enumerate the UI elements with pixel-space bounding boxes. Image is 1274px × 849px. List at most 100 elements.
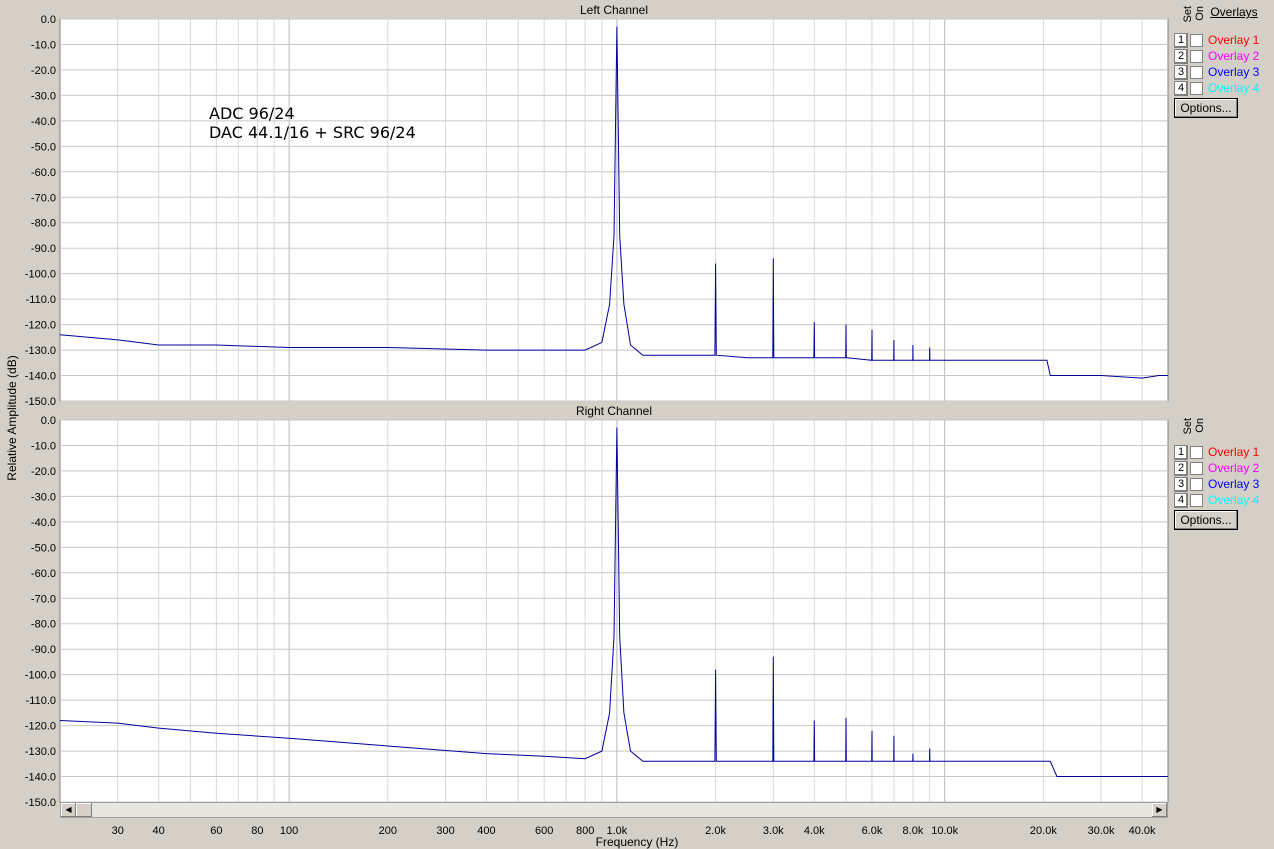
y-tick-label: -130.0: [25, 345, 56, 357]
y-tick-label: -30.0: [31, 491, 56, 503]
y-tick-label: -120.0: [25, 721, 56, 733]
overlay-row-1: 1 Overlay 1: [1174, 444, 1270, 460]
right-channel-title: Right Channel: [576, 404, 652, 418]
annotation-line-2: DAC 44.1/16 + SRC 96/24: [209, 123, 416, 142]
x-tick-label: 30: [112, 825, 124, 837]
x-tick-label: 4.0k: [804, 825, 825, 837]
overlay-set-button-3[interactable]: 3: [1174, 476, 1188, 492]
left-channel-panel: Left Channel 0.0 -10.0 -20.0 -30.0 -40.0 -50.…: [25, 2, 1169, 408]
set-column-label: Set: [1182, 418, 1194, 435]
overlay-row-4: 4 Overlay 4: [1174, 80, 1270, 96]
x-tick-label: 30.0k: [1088, 825, 1115, 837]
overlay-set-button-1[interactable]: 1: [1174, 444, 1188, 460]
y-tick-label: -30.0: [31, 90, 56, 102]
y-tick-label: -80.0: [31, 619, 56, 631]
overlay-set-button-4[interactable]: 4: [1174, 492, 1188, 508]
overlay-panel-right: Set On 1 Overlay 1 2 Overlay 2 3 Overlay…: [1174, 416, 1270, 530]
options-button[interactable]: Options...: [1174, 510, 1238, 530]
options-button[interactable]: Options...: [1174, 98, 1238, 118]
overlay-set-button-1[interactable]: 1: [1174, 32, 1188, 48]
overlay-label-4: Overlay 4: [1208, 81, 1260, 95]
y-tick-label: -110.0: [26, 695, 56, 707]
set-column-label: Set: [1182, 6, 1194, 23]
overlay-checkbox-2[interactable]: [1190, 461, 1203, 475]
y-tick-label: 0.0: [41, 14, 56, 26]
overlay-label-2: Overlay 2: [1208, 461, 1260, 475]
overlay-row-1: 1 Overlay 1: [1174, 32, 1270, 48]
overlay-checkbox-4[interactable]: [1190, 493, 1203, 507]
x-tick-label: 600: [535, 825, 553, 837]
y-tick-label: -110.0: [26, 294, 56, 306]
y-tick-label: -80.0: [31, 218, 56, 230]
y-tick-label: -140.0: [25, 772, 56, 784]
y-tick-label: -70.0: [31, 192, 56, 204]
x-tick-label: 400: [477, 825, 495, 837]
x-tick-label: 3.0k: [763, 825, 784, 837]
y-tick-label: -60.0: [31, 167, 56, 179]
right-channel-y-ticks: 0.0 -10.0 -20.0 -30.0 -40.0 -50.0 -60.0 -70.0 -8…: [25, 415, 56, 809]
y-axis-label: Relative Amplitude (dB): [5, 355, 19, 480]
y-tick-label: -50.0: [31, 141, 56, 153]
x-tick-label: 10.0k: [931, 825, 958, 837]
x-tick-label: 800: [576, 825, 594, 837]
overlay-label-3: Overlay 3: [1208, 477, 1260, 491]
y-tick-label: -100.0: [25, 269, 56, 281]
x-tick-label: 40: [153, 825, 165, 837]
overlay-set-button-3[interactable]: 3: [1174, 64, 1188, 80]
overlays-title: Overlays: [1210, 5, 1258, 19]
y-tick-label: -150.0: [25, 396, 56, 408]
overlay-set-button-2[interactable]: 2: [1174, 460, 1188, 476]
overlay-label-1: Overlay 1: [1208, 33, 1260, 47]
y-tick-label: -20.0: [31, 65, 56, 77]
y-tick-label: -10.0: [31, 39, 56, 51]
overlay-checkbox-1[interactable]: [1190, 33, 1203, 47]
scroll-left-button[interactable]: ◀: [61, 803, 76, 817]
overlay-row-2: 2 Overlay 2: [1174, 460, 1270, 476]
overlay-header: Set On Overlays: [1174, 4, 1270, 32]
left-channel-title: Left Channel: [580, 3, 648, 17]
x-tick-label: 100: [280, 825, 298, 837]
overlay-label-1: Overlay 1: [1208, 445, 1260, 459]
x-axis-label: Frequency (Hz): [596, 835, 679, 849]
arrow-left-icon: ◀: [65, 805, 72, 814]
overlay-checkbox-2[interactable]: [1190, 49, 1203, 63]
overlay-set-button-4[interactable]: 4: [1174, 80, 1188, 96]
overlay-checkbox-3[interactable]: [1190, 477, 1203, 491]
horizontal-scrollbar[interactable]: ◀ ▶: [60, 802, 1168, 818]
y-tick-label: -40.0: [31, 517, 56, 529]
on-column-label: On: [1194, 418, 1206, 433]
y-tick-label: -130.0: [25, 746, 56, 758]
y-tick-label: -60.0: [31, 568, 56, 580]
x-tick-label: 300: [436, 825, 454, 837]
annotation-line-1: ADC 96/24: [209, 104, 295, 123]
arrow-right-icon: ▶: [1156, 805, 1163, 814]
overlay-label-2: Overlay 2: [1208, 49, 1260, 63]
overlay-row-3: 3 Overlay 3: [1174, 476, 1270, 492]
left-channel-y-ticks: 0.0 -10.0 -20.0 -30.0 -40.0 -50.0 -60.0 -70.0 -8…: [25, 14, 56, 408]
scroll-thumb[interactable]: [76, 803, 92, 817]
y-tick-label: -50.0: [31, 542, 56, 554]
scroll-right-button[interactable]: ▶: [1152, 803, 1167, 817]
y-tick-label: -90.0: [31, 243, 56, 255]
right-channel-panel: Right Channel 0.0 -10.0 -20.0 -30.0 -40.0 -50…: [25, 403, 1169, 809]
overlay-checkbox-4[interactable]: [1190, 81, 1203, 95]
x-tick-label: 6.0k: [862, 825, 883, 837]
overlay-label-3: Overlay 3: [1208, 65, 1260, 79]
overlay-set-button-2[interactable]: 2: [1174, 48, 1188, 64]
overlay-checkbox-3[interactable]: [1190, 65, 1203, 79]
y-tick-label: -90.0: [31, 644, 56, 656]
y-tick-label: -10.0: [31, 440, 56, 452]
x-tick-label: 2.0k: [705, 825, 726, 837]
y-tick-label: -140.0: [25, 371, 56, 383]
y-tick-label: -150.0: [25, 797, 56, 809]
overlay-row-4: 4 Overlay 4: [1174, 492, 1270, 508]
x-tick-label: 40.0k: [1129, 825, 1156, 837]
x-tick-label: 20.0k: [1030, 825, 1057, 837]
x-tick-label: 200: [379, 825, 397, 837]
y-tick-label: -100.0: [25, 670, 56, 682]
overlay-row-2: 2 Overlay 2: [1174, 48, 1270, 64]
overlay-checkbox-1[interactable]: [1190, 445, 1203, 459]
overlay-panel-left: Set On Overlays 1 Overlay 1 2 Overlay 2 …: [1174, 4, 1270, 118]
x-tick-label: 60: [210, 825, 222, 837]
overlay-row-3: 3 Overlay 3: [1174, 64, 1270, 80]
